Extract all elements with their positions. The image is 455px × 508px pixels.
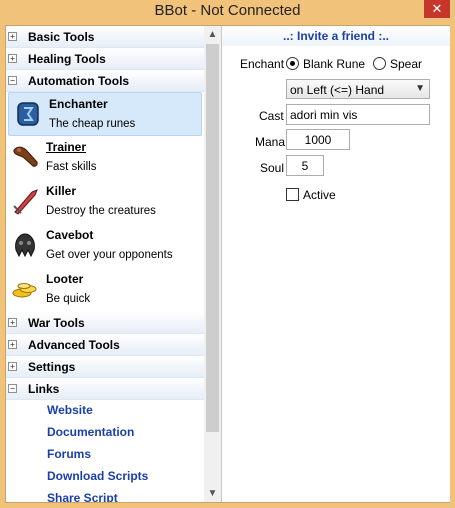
hand-select-value: on Left (<=) Hand — [290, 83, 385, 97]
link-download-scripts[interactable]: Download Scripts — [6, 466, 204, 488]
sidebar-scrollbar[interactable]: ▲ ▼ — [204, 26, 221, 502]
soul-input[interactable]: 5 — [286, 155, 324, 176]
link-label[interactable]: Forums — [47, 447, 91, 461]
sidebar-item-looter[interactable]: Looter Be quick — [6, 268, 204, 312]
client-area: + Basic Tools + Healing Tools − Automati… — [5, 25, 450, 503]
enchant-label: Enchant — [240, 57, 285, 71]
mana-input-value: 1000 — [304, 133, 332, 147]
expand-toggle-icon[interactable]: + — [8, 54, 17, 63]
group-healing-tools[interactable]: + Healing Tools — [6, 48, 204, 70]
item-desc: Be quick — [46, 293, 91, 305]
group-basic-tools[interactable]: + Basic Tools — [6, 26, 204, 48]
sidebar: + Basic Tools + Healing Tools − Automati… — [6, 26, 222, 502]
group-links[interactable]: − Links — [6, 378, 204, 400]
scroll-thumb[interactable] — [206, 44, 219, 432]
item-name: Enchanter — [49, 97, 108, 111]
link-label[interactable]: Website — [47, 403, 93, 417]
spear-label[interactable]: Spear — [390, 57, 422, 71]
hand-select[interactable]: on Left (<=) Hand ▼ — [286, 79, 430, 99]
group-label: Advanced Tools — [28, 338, 120, 352]
title-bar[interactable]: BBot - Not Connected ✕ — [0, 0, 455, 22]
gold-icon — [12, 283, 37, 298]
link-label[interactable]: Share Script — [47, 491, 118, 502]
item-name: Trainer — [46, 140, 87, 154]
cast-label: Cast — [259, 109, 284, 123]
chevron-down-icon: ▼ — [415, 83, 425, 94]
group-label: Basic Tools — [28, 30, 95, 44]
expand-toggle-icon[interactable]: + — [8, 362, 17, 371]
sidebar-item-enchanter[interactable]: Enchanter The cheap runes — [8, 92, 202, 136]
cast-input-value: adori min vis — [290, 108, 358, 122]
item-name: Killer — [46, 184, 77, 198]
enchanter-panel: ..: Invite a friend :.. Enchant Blank Ru… — [222, 26, 450, 502]
expand-toggle-icon[interactable]: + — [8, 340, 17, 349]
soul-input-value: 5 — [301, 159, 309, 173]
helmet-icon — [15, 233, 35, 258]
close-button[interactable]: ✕ — [424, 0, 450, 18]
group-advanced-tools[interactable]: + Advanced Tools — [6, 334, 204, 356]
group-settings[interactable]: + Settings — [6, 356, 204, 378]
link-label[interactable]: Documentation — [47, 425, 134, 439]
item-desc: Get over your opponents — [46, 249, 173, 261]
collapse-toggle-icon[interactable]: − — [8, 76, 17, 85]
active-label[interactable]: Active — [303, 188, 336, 202]
item-name: Looter — [46, 272, 84, 286]
active-checkbox[interactable] — [286, 188, 299, 201]
expand-toggle-icon[interactable]: + — [8, 32, 17, 41]
scroll-up-icon[interactable]: ▲ — [204, 26, 221, 43]
group-label: Healing Tools — [28, 52, 106, 66]
soul-label: Soul — [260, 161, 285, 175]
group-war-tools[interactable]: + War Tools — [6, 312, 204, 334]
app-window: BBot - Not Connected ✕ + Basic Tools + H… — [0, 0, 455, 508]
item-desc: Destroy the creatures — [46, 205, 156, 217]
item-desc: The cheap runes — [49, 118, 136, 130]
spear-radio[interactable] — [373, 57, 386, 70]
club-icon — [13, 146, 38, 167]
sidebar-list: + Basic Tools + Healing Tools − Automati… — [6, 26, 204, 502]
sidebar-item-killer[interactable]: Killer Destroy the creatures — [6, 180, 204, 224]
mana-label: Mana — [255, 135, 286, 149]
group-automation-tools[interactable]: − Automation Tools — [6, 70, 204, 92]
link-label[interactable]: Download Scripts — [47, 469, 148, 483]
item-desc: Fast skills — [46, 161, 97, 173]
link-forums[interactable]: Forums — [6, 444, 204, 466]
link-share-script[interactable]: Share Script — [6, 488, 204, 502]
group-label: Automation Tools — [28, 74, 130, 88]
blank-rune-radio[interactable] — [286, 57, 299, 70]
mana-input[interactable]: 1000 — [286, 129, 350, 150]
invite-friend-link[interactable]: ..: Invite a friend :.. — [222, 29, 450, 43]
blank-rune-label[interactable]: Blank Rune — [303, 57, 365, 71]
collapse-toggle-icon[interactable]: − — [8, 384, 17, 393]
cast-input[interactable]: adori min vis — [286, 104, 430, 125]
group-label: Settings — [28, 360, 76, 374]
item-name: Cavebot — [46, 228, 94, 242]
rune-icon — [17, 102, 39, 126]
sword-icon — [13, 189, 38, 215]
group-label: War Tools — [28, 316, 85, 330]
link-documentation[interactable]: Documentation — [6, 422, 204, 444]
group-label: Links — [28, 382, 60, 396]
link-website[interactable]: Website — [6, 400, 204, 422]
expand-toggle-icon[interactable]: + — [8, 318, 17, 327]
scroll-down-icon[interactable]: ▼ — [204, 485, 221, 502]
window-title: BBot - Not Connected — [154, 2, 301, 19]
sidebar-item-cavebot[interactable]: Cavebot Get over your opponents — [6, 224, 204, 268]
sidebar-item-trainer[interactable]: Trainer Fast skills — [6, 136, 204, 180]
